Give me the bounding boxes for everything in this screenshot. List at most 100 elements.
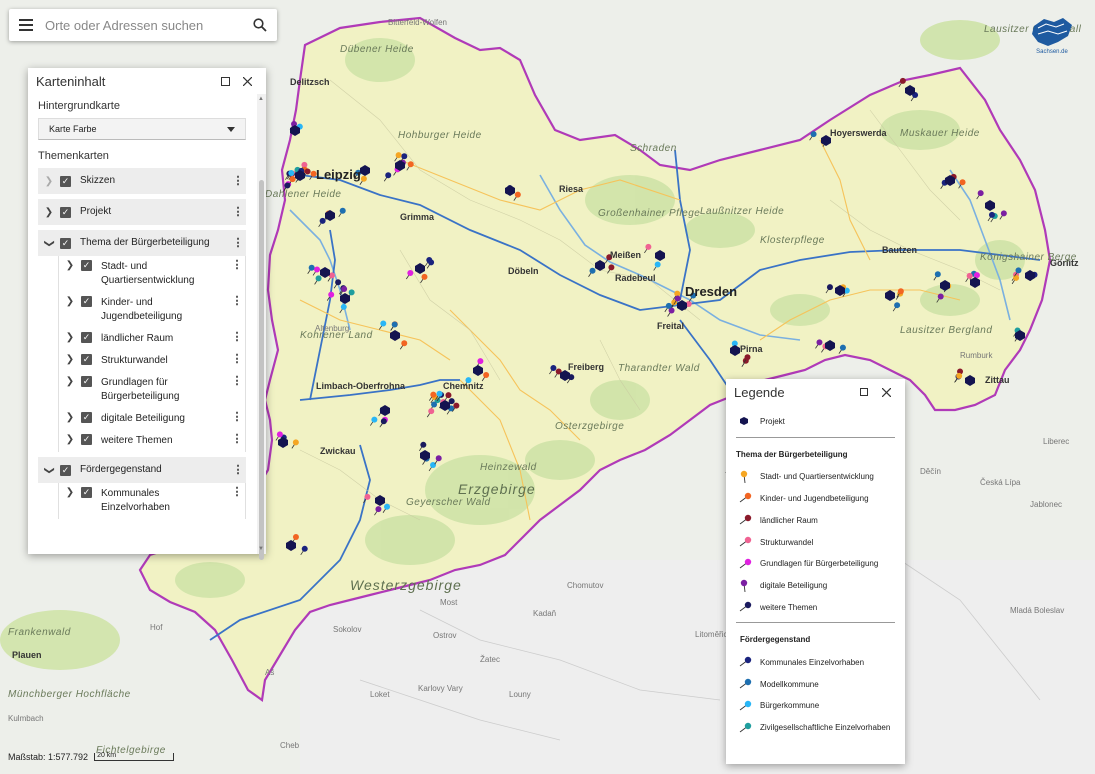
project-marker[interactable] [816,339,823,346]
checkbox-checked-icon[interactable]: ✓ [81,412,92,423]
maximize-icon[interactable] [853,381,875,403]
more-vert-icon[interactable]: ⋮ [229,487,245,498]
sublayer-grundlagen[interactable]: ❯ ✓ Grundlagen für Bürgerbeteiligung ⋮ [58,372,246,408]
project-marker[interactable] [966,272,973,279]
project-marker[interactable] [421,273,428,280]
project-marker[interactable] [589,267,596,274]
search-input[interactable] [43,10,243,40]
close-icon[interactable] [875,381,897,403]
project-marker[interactable] [304,168,311,175]
more-vert-icon[interactable]: ⋮ [230,207,246,218]
project-marker[interactable] [430,391,437,398]
chevron-right-icon[interactable]: ❯ [59,412,81,423]
chevron-down-icon[interactable]: ❯ [44,232,55,254]
project-marker[interactable] [289,176,296,183]
more-vert-icon[interactable]: ⋮ [229,260,245,271]
basemap-select[interactable]: Karte Farbe [38,118,246,140]
panel-scrollbar[interactable]: ▲ ▼ [257,94,266,560]
more-vert-icon[interactable]: ⋮ [229,376,245,387]
sublayer-strukturwandel[interactable]: ❯ ✓ Strukturwandel ⋮ [58,350,246,372]
project-marker[interactable] [937,293,944,300]
project-marker[interactable] [426,257,433,264]
project-marker[interactable] [328,291,335,298]
checkbox-checked-icon[interactable]: ✓ [81,354,92,365]
project-marker[interactable] [645,243,652,250]
project-marker[interactable] [401,153,408,160]
checkbox-checked-icon[interactable]: ✓ [81,487,92,498]
search-icon[interactable] [243,9,277,41]
project-marker[interactable] [436,390,443,397]
project-marker[interactable] [314,266,321,273]
checkbox-checked-icon[interactable]: ✓ [81,296,92,307]
project-marker[interactable] [826,284,833,291]
project-marker[interactable] [435,455,442,462]
checkbox-checked-icon[interactable]: ✓ [81,332,92,343]
project-marker[interactable] [674,295,681,302]
checkbox-checked-icon[interactable]: ✓ [60,175,71,187]
project-marker[interactable] [420,441,427,448]
sublayer-laendlich[interactable]: ❯ ✓ ländlicher Raum ⋮ [58,328,246,350]
project-marker[interactable] [483,371,490,378]
sublayer-digital[interactable]: ❯ ✓ digitale Beteiligung ⋮ [58,408,246,430]
checkbox-checked-icon[interactable]: ✓ [60,237,71,249]
checkbox-checked-icon[interactable]: ✓ [60,464,71,476]
checkbox-checked-icon[interactable]: ✓ [81,260,92,271]
project-marker[interactable] [899,77,906,84]
project-marker[interactable] [665,302,672,309]
sachsen-logo[interactable]: Sachsen.de [1030,16,1074,55]
close-icon[interactable] [236,70,258,92]
project-marker[interactable] [375,506,382,513]
project-marker[interactable] [292,534,299,541]
chevron-right-icon[interactable]: ❯ [38,176,60,187]
project-marker[interactable] [550,365,557,372]
checkbox-checked-icon[interactable]: ✓ [60,206,71,218]
project-marker[interactable] [380,418,387,425]
project-marker[interactable] [276,431,283,438]
project-marker[interactable] [934,271,941,278]
project-marker[interactable] [744,354,751,361]
sublayer-kommunal[interactable]: ❯ ✓ Kommunales Einzelvorhaben ⋮ [58,483,246,519]
project-marker[interactable] [301,545,308,552]
project-marker[interactable] [384,503,391,510]
project-marker[interactable] [401,340,408,347]
project-marker[interactable] [292,439,299,446]
project-marker[interactable] [360,175,367,182]
project-marker[interactable] [839,344,846,351]
project-marker[interactable] [428,408,435,415]
more-vert-icon[interactable]: ⋮ [230,465,246,476]
project-marker[interactable] [371,416,378,423]
chevron-right-icon[interactable]: ❯ [59,260,81,271]
project-marker[interactable] [959,179,966,186]
project-marker[interactable] [385,172,392,179]
chevron-right-icon[interactable]: ❯ [38,207,60,218]
chevron-right-icon[interactable]: ❯ [59,332,81,343]
project-marker[interactable] [288,170,295,177]
checkbox-checked-icon[interactable]: ✓ [81,434,92,445]
project-marker[interactable] [339,207,346,214]
project-marker[interactable] [348,289,355,296]
scroll-up-icon[interactable]: ▲ [258,96,264,102]
project-marker[interactable] [453,402,460,409]
more-vert-icon[interactable]: ⋮ [229,296,245,307]
sublayer-kinder[interactable]: ❯ ✓ Kinder- und Jugendbeteiligung ⋮ [58,292,246,328]
project-marker[interactable] [380,320,387,327]
layer-skizzen[interactable]: ❯ ✓ Skizzen ⋮ [38,168,246,194]
more-vert-icon[interactable]: ⋮ [229,412,245,423]
project-marker[interactable] [430,461,437,468]
project-marker[interactable] [431,401,438,408]
chevron-right-icon[interactable]: ❯ [59,434,81,445]
project-marker[interactable] [445,392,452,399]
project-marker[interactable] [341,286,348,293]
project-marker[interactable] [395,152,402,159]
project-marker[interactable] [1013,274,1020,281]
checkbox-checked-icon[interactable]: ✓ [81,376,92,387]
project-marker[interactable] [335,279,342,286]
project-marker[interactable] [988,211,995,218]
more-vert-icon[interactable]: ⋮ [229,354,245,365]
layer-thema[interactable]: ❯ ✓ Thema der Bürgerbeteiligung ⋮ [38,230,246,256]
project-marker[interactable] [897,288,904,295]
project-marker[interactable] [608,264,615,271]
project-marker[interactable] [315,275,322,282]
project-marker[interactable] [956,372,963,379]
project-marker[interactable] [319,217,326,224]
